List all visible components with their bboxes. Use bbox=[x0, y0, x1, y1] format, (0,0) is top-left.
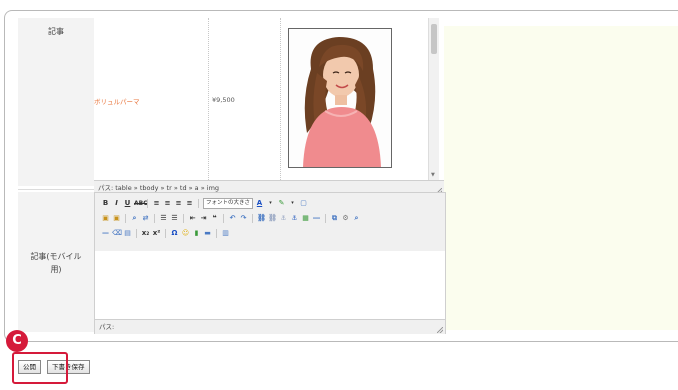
chevron-down-icon[interactable]: ▾ bbox=[266, 199, 275, 208]
article-label-cell: 記事 bbox=[18, 18, 94, 186]
mobile-pathbar: パス: bbox=[95, 319, 445, 334]
html-source-icon[interactable]: ⧉ bbox=[330, 214, 339, 223]
toolbar-separator bbox=[125, 214, 126, 223]
toolbar-separator bbox=[183, 214, 184, 223]
horizontal-rule-icon[interactable]: ― bbox=[312, 214, 321, 223]
toolbar-separator bbox=[165, 229, 166, 238]
remove-format-icon[interactable]: ⌫ bbox=[112, 229, 122, 238]
toolbar-row-1: B I U ABC ≡ ≡ ≡ ≡ フォントの大きさ A ▾ ✎ ▾ ▢ bbox=[101, 197, 308, 210]
callout-highlight bbox=[12, 352, 68, 384]
toolbar-separator bbox=[325, 214, 326, 223]
fullscreen-icon[interactable]: ▢ bbox=[299, 199, 308, 208]
visual-aid-icon[interactable]: ▤ bbox=[123, 229, 132, 238]
toolbar-separator bbox=[136, 229, 137, 238]
article-label: 記事 bbox=[48, 27, 64, 36]
article-content-area[interactable]: ボリュルパーマ ¥9,500 bbox=[94, 18, 428, 180]
preview-icon[interactable]: ▥ bbox=[221, 229, 230, 238]
special-char-icon[interactable]: Ω bbox=[170, 229, 179, 238]
blockquote-icon[interactable]: ❝ bbox=[210, 214, 219, 223]
redo-icon[interactable]: ↷ bbox=[239, 214, 248, 223]
callout-badge: C bbox=[6, 330, 28, 352]
mobile-content-area[interactable] bbox=[95, 251, 445, 319]
anchor-icon[interactable]: ⚓ bbox=[290, 214, 299, 223]
insert-line-icon[interactable]: — bbox=[101, 229, 110, 238]
toolbar-separator bbox=[147, 199, 148, 208]
unlink-icon[interactable]: ⛓ bbox=[268, 214, 277, 223]
cell-divider bbox=[280, 18, 281, 180]
indent-icon[interactable]: ⇥ bbox=[199, 214, 208, 223]
product-name-link[interactable]: ボリュルパーマ bbox=[94, 96, 140, 106]
undo-icon[interactable]: ↶ bbox=[228, 214, 237, 223]
superscript-icon[interactable]: x² bbox=[152, 229, 161, 238]
article-mobile-editor[interactable]: B I U ABC ≡ ≡ ≡ ≡ フォントの大きさ A ▾ ✎ ▾ ▢ ▣ ▣… bbox=[94, 192, 446, 334]
numbered-list-icon[interactable]: ☰ bbox=[170, 214, 179, 223]
link-icon[interactable]: ⛓ bbox=[257, 214, 266, 223]
editor-scrollbar[interactable]: ▼ bbox=[428, 18, 439, 180]
chevron-down-icon[interactable]: ▾ bbox=[288, 199, 297, 208]
article-mobile-label: 記事(モバイル用) bbox=[30, 252, 82, 274]
replace-icon[interactable]: ⇄ bbox=[141, 214, 150, 223]
cleanup-icon[interactable]: ⚙ bbox=[341, 214, 350, 223]
outdent-icon[interactable]: ⇤ bbox=[188, 214, 197, 223]
zoom-icon[interactable]: ⌕ bbox=[352, 214, 361, 223]
align-center-icon[interactable]: ≡ bbox=[163, 199, 172, 208]
product-photo[interactable] bbox=[288, 28, 392, 168]
path-text: パス: table » tbody » tr » td » a » img bbox=[98, 184, 220, 192]
toolbar-separator bbox=[198, 199, 199, 208]
toolbar-row-2: ▣ ▣ ⌕ ⇄ ☰ ☰ ⇤ ⇥ ❝ ↶ ↷ ⛓ ⛓ ⚓ ⚓ ▦ ― ⧉ ⚙ ⌕ bbox=[101, 212, 361, 225]
italic-icon[interactable]: I bbox=[112, 199, 121, 208]
align-left-icon[interactable]: ≡ bbox=[152, 199, 161, 208]
hint-panel bbox=[444, 26, 678, 330]
emoticon-icon[interactable]: ☺ bbox=[181, 229, 190, 238]
toolbar-separator bbox=[252, 214, 253, 223]
align-right-icon[interactable]: ≡ bbox=[174, 199, 183, 208]
align-justify-icon[interactable]: ≡ bbox=[185, 199, 194, 208]
anchor-off-icon[interactable]: ⚓ bbox=[279, 214, 288, 223]
toolbar-separator bbox=[223, 214, 224, 223]
mobile-path-text: パス: bbox=[99, 323, 115, 331]
resize-handle-icon[interactable] bbox=[437, 327, 443, 333]
media-icon[interactable]: ▮ bbox=[192, 229, 201, 238]
article-editor[interactable]: ボリュルパーマ ¥9,500 ▼ パス: table » tbody » tr … bbox=[94, 18, 444, 195]
image-icon[interactable]: ▦ bbox=[301, 214, 310, 223]
toolbar-row-3: — ⌫ ▤ x₂ x² Ω ☺ ▮ ▬ ▥ bbox=[101, 227, 230, 240]
model-photo-image bbox=[289, 29, 391, 167]
toolbar-separator bbox=[154, 214, 155, 223]
article-mobile-label-cell: 記事(モバイル用) bbox=[18, 192, 94, 332]
editor-toolbar: B I U ABC ≡ ≡ ≡ ≡ フォントの大きさ A ▾ ✎ ▾ ▢ ▣ ▣… bbox=[95, 193, 445, 251]
product-price: ¥9,500 bbox=[212, 96, 235, 104]
find-icon[interactable]: ⌕ bbox=[130, 214, 139, 223]
highlight-color-icon[interactable]: ✎ bbox=[277, 199, 286, 208]
pagebreak-icon[interactable]: ▬ bbox=[203, 229, 212, 238]
paste-icon[interactable]: ▣ bbox=[101, 214, 110, 223]
text-color-icon[interactable]: A bbox=[255, 199, 264, 208]
bold-icon[interactable]: B bbox=[101, 199, 110, 208]
cell-divider bbox=[208, 18, 209, 180]
bullet-list-icon[interactable]: ☰ bbox=[159, 214, 168, 223]
paste-word-icon[interactable]: ▣ bbox=[112, 214, 121, 223]
scrollbar-thumb[interactable] bbox=[431, 24, 437, 54]
toolbar-separator bbox=[216, 229, 217, 238]
strikethrough-icon[interactable]: ABC bbox=[134, 199, 148, 208]
underline-icon[interactable]: U bbox=[123, 199, 132, 208]
font-size-select[interactable]: フォントの大きさ bbox=[203, 198, 254, 209]
subscript-icon[interactable]: x₂ bbox=[141, 229, 150, 238]
scroll-down-icon[interactable]: ▼ bbox=[431, 172, 435, 178]
